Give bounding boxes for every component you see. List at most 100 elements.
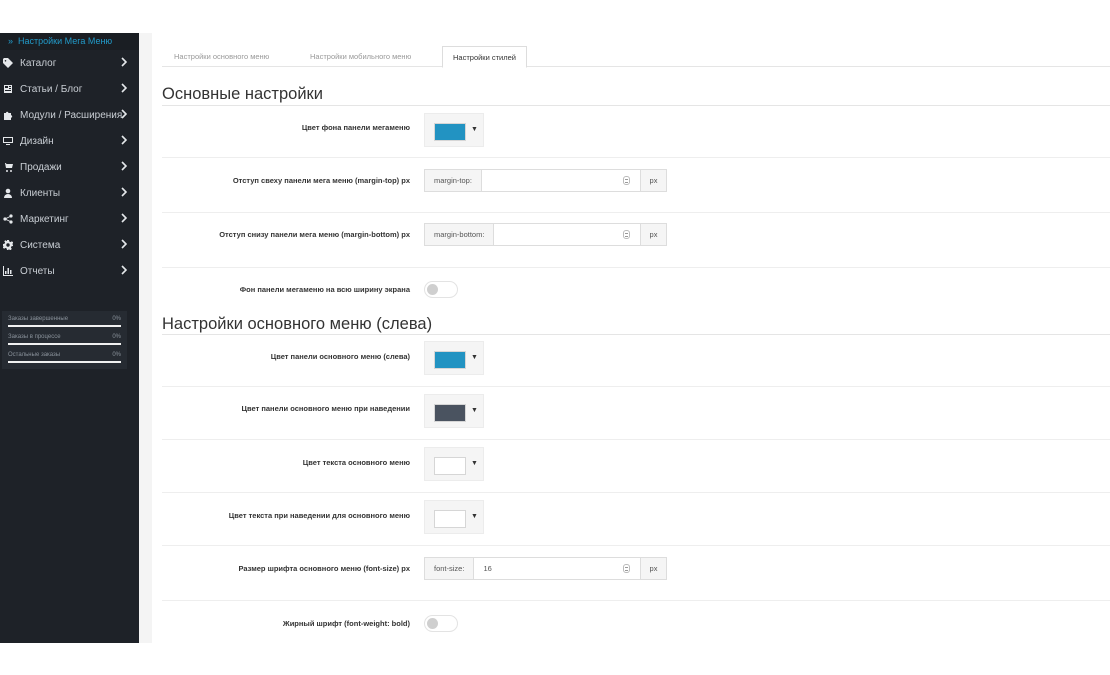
color-swatch [434, 457, 466, 475]
color-swatch [434, 510, 466, 528]
sidebar-item-modules[interactable]: Модули / Расширения [0, 102, 139, 128]
margin-top-addon: margin-top: [425, 170, 482, 191]
caret-down-icon: ▼ [471, 126, 478, 133]
sidebar-item-label: Модули / Расширения [20, 109, 123, 121]
section-title-left-menu: Настройки основного меню (слева) [162, 315, 433, 333]
text-hover-color-picker[interactable]: ▼ [424, 500, 484, 534]
chevron-right-icon [121, 83, 128, 93]
divider [162, 212, 1110, 213]
tab-style-settings[interactable]: Настройки стилей [442, 46, 527, 68]
sidebar-item-reports[interactable]: Отчеты [0, 258, 139, 284]
margin-top-field: margin-top: px [424, 169, 667, 192]
bg-color-picker[interactable]: ▼ [424, 113, 484, 147]
input-value: 16 [483, 564, 492, 573]
divider [162, 105, 1110, 106]
section-title-main: Основные настройки [162, 85, 323, 103]
spinner-icon[interactable] [623, 564, 630, 573]
left-panel-color-label: Цвет панели основного меню (слева) [270, 352, 410, 361]
color-swatch [434, 351, 466, 369]
sidebar-item-customers[interactable]: Клиенты [0, 180, 139, 206]
font-size-addon: font-size: [425, 558, 475, 579]
stat-progress-bar [8, 343, 121, 345]
bold-label: Жирный шрифт (font-weight: bold) [282, 619, 410, 628]
tab-mobile-menu[interactable]: Настройки мобильного меню [310, 46, 411, 67]
settings-tabs: Настройки основного меню Настройки мобил… [162, 46, 1110, 68]
font-size-input[interactable]: 16 [474, 558, 640, 579]
stat-other: Остальные заказы 0% [8, 351, 121, 363]
divider [162, 545, 1110, 546]
sidebar-item-marketing[interactable]: Маркетинг [0, 206, 139, 232]
chevron-right-icon [121, 213, 128, 223]
sidebar-item-system[interactable]: Система [0, 232, 139, 258]
bg-color-label: Цвет фона панели мегаменю [301, 123, 410, 132]
stat-value: 0% [112, 316, 121, 322]
margin-bottom-input[interactable] [494, 224, 640, 245]
sidebar-item-label: Система [20, 239, 61, 251]
sidebar-item-label: Статьи / Блог [20, 83, 83, 95]
bold-toggle[interactable] [424, 615, 458, 632]
sidebar-item-label: Отчеты [20, 265, 55, 277]
tab-main-menu[interactable]: Настройки основного меню [174, 46, 269, 67]
stat-value: 0% [112, 334, 121, 340]
sidebar-item-catalog[interactable]: Каталог [0, 50, 139, 76]
left-panel-color-picker[interactable]: ▼ [424, 341, 484, 375]
chevron-right-icon [121, 161, 128, 171]
color-swatch [434, 404, 466, 422]
color-swatch [434, 123, 466, 141]
left-hover-color-picker[interactable]: ▼ [424, 394, 484, 428]
stat-completed: Заказы завершенные 0% [8, 315, 121, 327]
stat-label: Заказы завершенные [8, 316, 69, 322]
divider [162, 157, 1110, 158]
font-size-field: font-size: 16 px [424, 557, 667, 580]
text-hover-color-label: Цвет текста при наведении для основного … [228, 511, 410, 520]
sidebar-item-sales[interactable]: Продажи [0, 154, 139, 180]
sidebar-item-label: Маркетинг [20, 213, 69, 225]
margin-bottom-addon: margin-bottom: [425, 224, 495, 245]
spinner-icon[interactable] [623, 230, 630, 239]
toggle-knob [427, 284, 438, 295]
divider [162, 267, 1110, 268]
chevron-right-icon [121, 135, 128, 145]
chevron-right-icon [121, 187, 128, 197]
tag-icon [2, 58, 14, 68]
chevron-right-icon [121, 109, 128, 119]
sidebar-current-item[interactable]: » Настройки Мега Меню [0, 33, 139, 50]
sidebar-item-label: Клиенты [20, 187, 61, 199]
newspaper-icon [2, 84, 14, 94]
divider [162, 334, 1110, 335]
margin-top-label: Отступ свеху панели мега меню (margin-to… [232, 176, 410, 185]
sidebar-item-label: Каталог [20, 57, 57, 69]
stat-label: Остальные заказы [8, 352, 61, 358]
margin-top-input[interactable] [482, 170, 640, 191]
chevron-right-icon [121, 239, 128, 249]
caret-down-icon: ▼ [471, 460, 478, 467]
stat-progress-bar [8, 361, 121, 363]
gear-icon [2, 240, 14, 250]
sidebar-item-blog[interactable]: Статьи / Блог [0, 76, 139, 102]
divider [162, 439, 1110, 440]
text-color-picker[interactable]: ▼ [424, 447, 484, 481]
chevron-right-icon [121, 265, 128, 275]
caret-down-icon: ▼ [471, 354, 478, 361]
spinner-icon[interactable] [623, 176, 630, 185]
text-color-label: Цвет текста основного меню [302, 458, 410, 467]
share-icon [2, 214, 14, 224]
bar-chart-icon [2, 266, 14, 276]
full-width-toggle[interactable] [424, 281, 458, 298]
margin-bottom-unit: px [640, 224, 666, 245]
caret-down-icon: ▼ [471, 407, 478, 414]
toggle-knob [427, 618, 438, 629]
divider [162, 492, 1110, 493]
double-chevron-icon: » [8, 36, 14, 46]
chevron-right-icon [121, 57, 128, 67]
sidebar: » Настройки Мега Меню Каталог Статьи / Бл… [0, 33, 139, 643]
divider [162, 386, 1110, 387]
sidebar-item-design[interactable]: Дизайн [0, 128, 139, 154]
stat-value: 0% [112, 352, 121, 358]
margin-top-unit: px [640, 170, 666, 191]
sidebar-item-label: Дизайн [20, 135, 54, 147]
margin-bottom-field: margin-bottom: px [424, 223, 667, 246]
margin-bottom-label: Отступ снизу панели мега меню (margin-bo… [219, 230, 410, 239]
font-size-unit: px [640, 558, 666, 579]
divider [162, 600, 1110, 601]
